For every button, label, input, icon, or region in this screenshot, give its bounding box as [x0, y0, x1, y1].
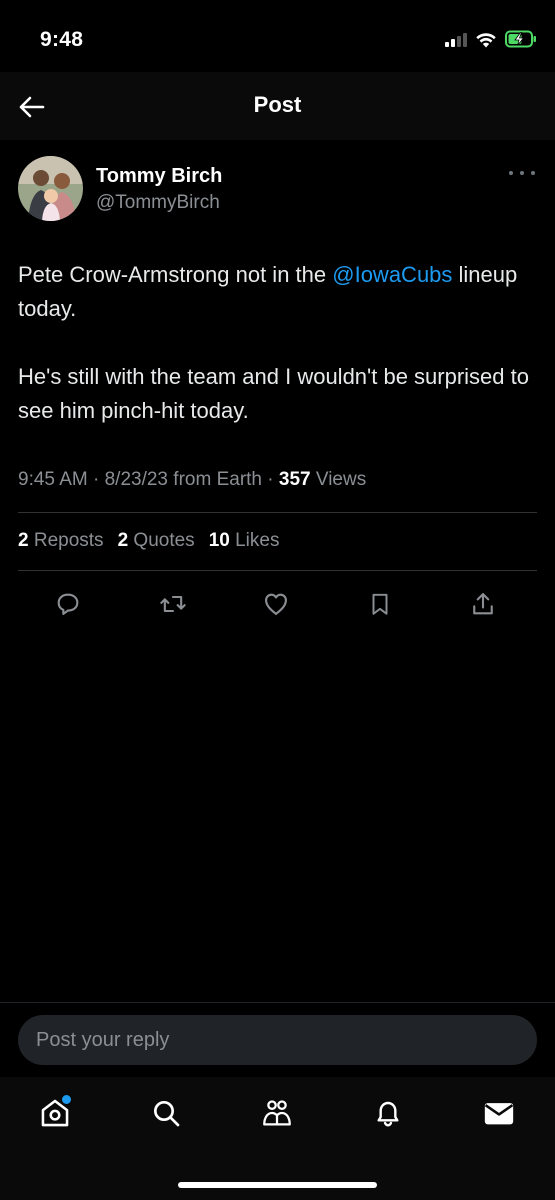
wifi-icon: [476, 32, 496, 47]
tab-home[interactable]: [33, 1091, 77, 1135]
reply-button[interactable]: [48, 584, 88, 624]
reposts-stat[interactable]: 2 Reposts: [18, 530, 104, 552]
tweet-paragraph: Pete Crow-Armstrong not in the @IowaCubs…: [18, 258, 537, 326]
tweet-author: Tommy Birch @TommyBirch: [18, 156, 537, 226]
more-dot-icon: [520, 171, 524, 175]
engagement-stats: 2 Reposts 2 Quotes 10 Likes: [18, 530, 537, 552]
likes-stat[interactable]: 10 Likes: [209, 530, 280, 552]
profile-photo-icon: [18, 156, 83, 221]
tweet-paragraph: He's still with the team and I wouldn't …: [18, 364, 529, 423]
divider: [18, 570, 537, 571]
divider: [18, 512, 537, 513]
avatar[interactable]: [18, 156, 83, 221]
reposts-count: 2: [18, 530, 29, 551]
quotes-count: 2: [117, 530, 129, 551]
like-button[interactable]: [256, 584, 296, 624]
divider: [0, 1002, 555, 1003]
tweet-text: Pete Crow-Armstrong not in the @IowaCubs…: [18, 258, 537, 428]
mail-icon: [484, 1103, 514, 1125]
post-screen: 9:48 Post Tommy Birch @TommyBirch Pete C…: [0, 0, 555, 1200]
tab-communities[interactable]: [255, 1091, 299, 1135]
reply-icon: [57, 593, 79, 615]
bookmark-button[interactable]: [360, 584, 400, 624]
tab-search[interactable]: [144, 1091, 188, 1135]
heart-icon: [265, 593, 287, 615]
tweet-meta: 9:45 AM · 8/23/23 from Earth · 357 Views: [18, 469, 367, 490]
reposts-label: Reposts: [33, 530, 104, 551]
bell-icon: [377, 1101, 399, 1127]
tweet-time: 9:45 AM: [18, 469, 88, 490]
more-options-button[interactable]: [509, 164, 535, 182]
bookmark-icon: [372, 593, 388, 615]
tweet-source: from Earth: [173, 469, 262, 490]
status-icons: [445, 30, 537, 48]
tweet-date: 8/23/23: [104, 469, 169, 490]
search-icon: [154, 1101, 180, 1127]
status-bar: 9:48: [0, 0, 555, 72]
tab-messages[interactable]: [477, 1091, 521, 1135]
quotes-label: Quotes: [133, 530, 195, 551]
tweet-text-segment: Pete Crow-Armstrong not in the: [18, 262, 333, 287]
repost-button[interactable]: [153, 584, 193, 624]
share-icon: [473, 593, 493, 615]
more-dot-icon: [531, 171, 535, 175]
cellular-signal-icon: [445, 31, 467, 47]
tab-notifications[interactable]: [366, 1091, 410, 1135]
likes-count: 10: [208, 530, 230, 551]
battery-charging-icon: [505, 30, 536, 48]
communities-icon: [263, 1100, 291, 1126]
mention-link[interactable]: @IowaCubs: [332, 262, 452, 287]
author-handle[interactable]: @TommyBirch: [96, 192, 220, 214]
status-time: 9:48: [40, 28, 84, 51]
likes-label: Likes: [235, 530, 280, 551]
tweet-actions: [18, 584, 537, 624]
author-name[interactable]: Tommy Birch: [96, 165, 222, 188]
views-label: Views: [315, 469, 367, 490]
more-dot-icon: [509, 171, 513, 175]
notification-dot: [62, 1095, 71, 1104]
quotes-stat[interactable]: 2 Quotes: [118, 530, 195, 552]
nav-header: Post: [0, 72, 555, 140]
views-count: 357: [278, 469, 311, 490]
bottom-tab-bar: [0, 1077, 555, 1200]
repost-icon: [160, 595, 186, 613]
reply-input[interactable]: Post your reply: [18, 1015, 537, 1065]
share-button[interactable]: [463, 584, 503, 624]
page-title: Post: [253, 92, 302, 117]
home-indicator: [178, 1182, 377, 1188]
reply-placeholder: Post your reply: [36, 1029, 170, 1051]
